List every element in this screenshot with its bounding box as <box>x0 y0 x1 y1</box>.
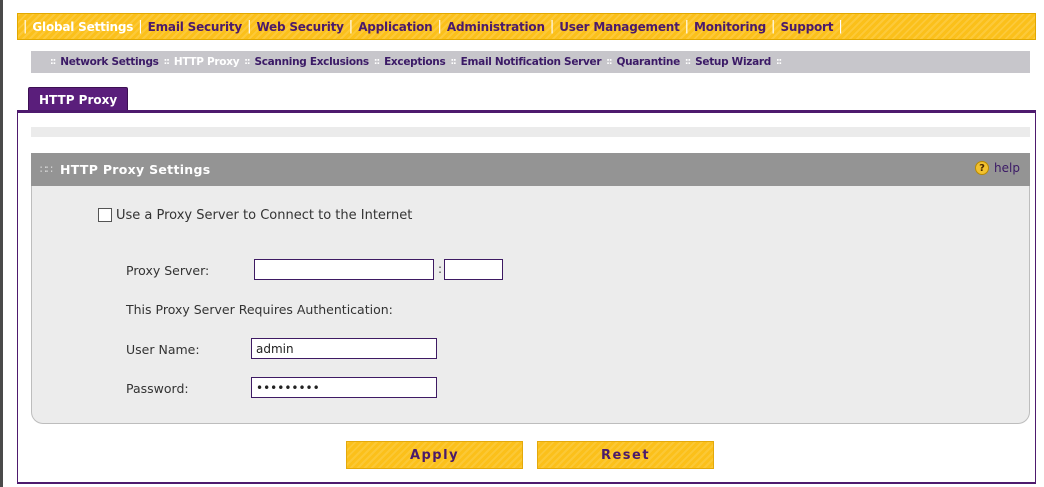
section-title: HTTP Proxy Settings <box>60 162 211 177</box>
use-proxy-checkbox[interactable] <box>98 208 112 222</box>
section-header: ∷∷ HTTP Proxy Settings ? help <box>31 153 1030 186</box>
sub-nav-scanning-exclusions[interactable]: Scanning Exclusions <box>254 56 369 68</box>
main-nav-administration[interactable]: Administration <box>447 20 545 34</box>
proxy-port-input[interactable] <box>444 259 503 280</box>
main-nav-support[interactable]: Support <box>780 20 833 34</box>
port-separator: : <box>438 262 443 276</box>
use-proxy-label: Use a Proxy Server to Connect to the Int… <box>116 208 413 223</box>
page-left-rule <box>0 0 3 487</box>
sub-nav: :: Network Settings :: HTTP Proxy :: Sca… <box>31 51 1030 73</box>
main-nav-web-security[interactable]: Web Security <box>256 20 344 34</box>
sub-nav-http-proxy[interactable]: HTTP Proxy <box>174 56 240 68</box>
sub-nav-exceptions[interactable]: Exceptions <box>384 56 446 68</box>
help-label: help <box>994 161 1020 175</box>
content-top-bar <box>31 127 1030 137</box>
help-link[interactable]: ? help <box>975 161 1020 175</box>
auth-label: This Proxy Server Requires Authenticatio… <box>126 302 393 317</box>
main-nav-email-security[interactable]: Email Security <box>148 20 243 34</box>
sub-nav-email-notification-server[interactable]: Email Notification Server <box>461 56 602 68</box>
proxy-server-label: Proxy Server: <box>126 263 210 278</box>
main-nav: | Global Settings | Email Security | Web… <box>17 13 1036 40</box>
main-nav-application[interactable]: Application <box>358 20 433 34</box>
password-input[interactable] <box>251 377 437 398</box>
main-nav-user-management[interactable]: User Management <box>559 20 680 34</box>
tab-http-proxy[interactable]: HTTP Proxy <box>28 87 129 111</box>
sub-nav-setup-wizard[interactable]: Setup Wizard <box>695 56 771 68</box>
sub-nav-network-settings[interactable]: Network Settings <box>60 56 159 68</box>
username-input[interactable] <box>251 338 437 359</box>
main-nav-monitoring[interactable]: Monitoring <box>694 20 766 34</box>
proxy-server-input[interactable] <box>254 259 434 280</box>
username-label: User Name: <box>126 342 200 357</box>
reset-button[interactable]: Reset <box>537 441 714 469</box>
password-label: Password: <box>126 381 189 396</box>
apply-button[interactable]: Apply <box>346 441 523 469</box>
help-icon: ? <box>975 161 990 175</box>
sub-nav-quarantine[interactable]: Quarantine <box>616 56 680 68</box>
main-nav-global-settings[interactable]: Global Settings <box>32 20 133 34</box>
grip-icon: ∷∷ <box>40 163 53 176</box>
